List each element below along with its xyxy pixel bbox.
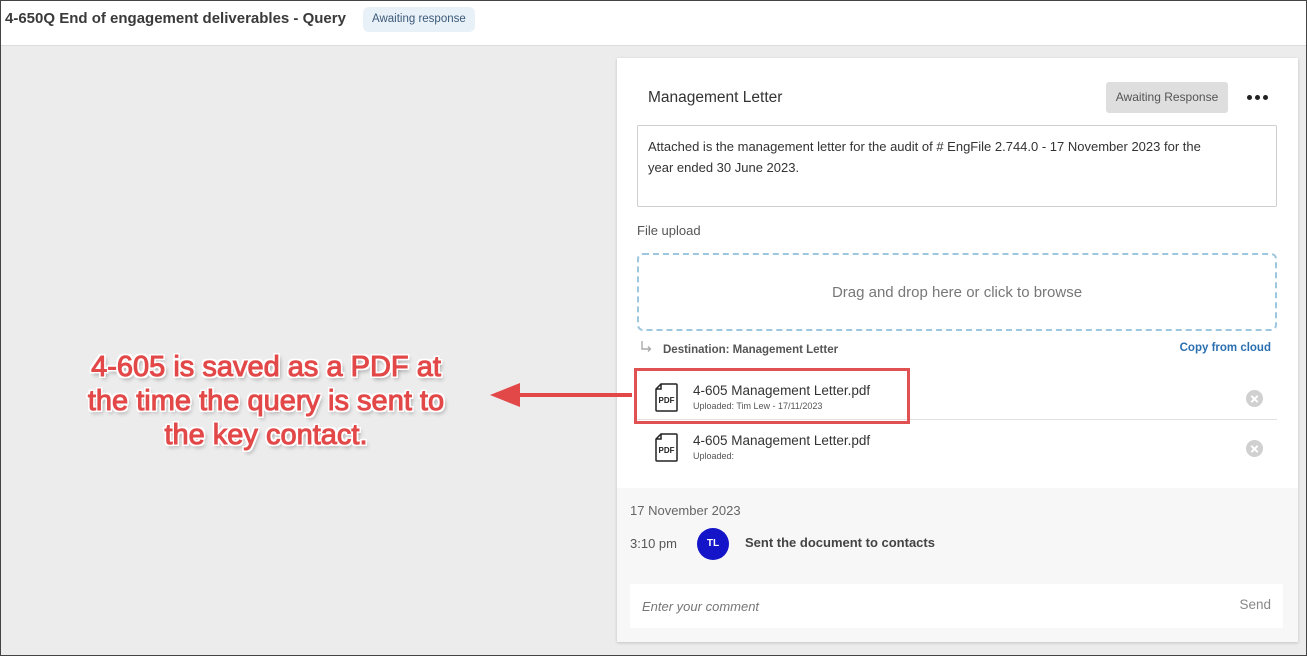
remove-file-icon[interactable]: [1246, 390, 1263, 407]
file-upload-label: File upload: [637, 223, 701, 238]
file-name[interactable]: 4-605 Management Letter.pdf: [693, 433, 870, 448]
avatar: TL: [697, 528, 729, 560]
activity-time: 3:10 pm: [630, 536, 677, 551]
message-line: year ended 30 June 2023.: [648, 160, 800, 175]
comment-input[interactable]: Enter your comment: [642, 599, 759, 614]
file-upload-meta: Uploaded: Tim Lew - 17/11/2023: [693, 401, 823, 411]
annotation-line: the key contact.: [164, 419, 368, 452]
activity-date: 17 November 2023: [630, 503, 741, 518]
send-button[interactable]: Send: [1239, 597, 1271, 612]
page-title: 4-650Q End of engagement deliverables - …: [5, 10, 346, 27]
file-item[interactable]: PDF 4-605 Management Letter.pdf Uploaded…: [637, 370, 1277, 420]
activity-text: Sent the document to contacts: [745, 535, 935, 550]
message-text: Attached is the management letter for th…: [637, 125, 1277, 207]
top-bar: 4-650Q End of engagement deliverables - …: [0, 0, 1307, 46]
destination-label: Destination: Management Letter: [663, 344, 839, 356]
comment-box: Enter your comment Send: [630, 584, 1283, 628]
card-title: Management Letter: [648, 89, 783, 106]
file-upload-meta: Uploaded:: [693, 451, 735, 461]
svg-text:PDF: PDF: [659, 396, 675, 405]
dropzone-text: Drag and drop here or click to browse: [831, 283, 1083, 301]
query-card: Management Letter Awaiting Response Atta…: [617, 58, 1298, 642]
pdf-file-icon: PDF: [655, 383, 678, 412]
pdf-file-icon: PDF: [655, 433, 678, 462]
file-name[interactable]: 4-605 Management Letter.pdf: [693, 383, 870, 398]
awaiting-response-button[interactable]: Awaiting Response: [1106, 82, 1228, 113]
svg-text:PDF: PDF: [659, 446, 675, 455]
file-dropzone[interactable]: Drag and drop here or click to browse: [637, 253, 1277, 331]
file-item[interactable]: PDF 4-605 Management Letter.pdf Uploaded…: [637, 420, 1277, 470]
annotation-arrow-icon: [490, 383, 632, 407]
copy-from-cloud-link[interactable]: Copy from cloud: [1180, 342, 1271, 354]
annotation-callout: 4-605 is saved as a PDF at the time the …: [56, 350, 476, 452]
activity-section: 17 November 2023 3:10 pm TL Sent the doc…: [617, 488, 1298, 642]
annotation-line: 4-605 is saved as a PDF at: [91, 351, 442, 384]
more-options-icon[interactable]: [1245, 88, 1269, 106]
corner-arrow-icon: [641, 341, 652, 352]
annotation-line: the time the query is sent to: [87, 385, 445, 418]
destination-row: Destination: Management Letter Copy from…: [637, 341, 1277, 361]
remove-file-icon[interactable]: [1246, 440, 1263, 457]
status-badge: Awaiting response: [363, 7, 475, 32]
message-line: Attached is the management letter for th…: [648, 139, 1201, 154]
